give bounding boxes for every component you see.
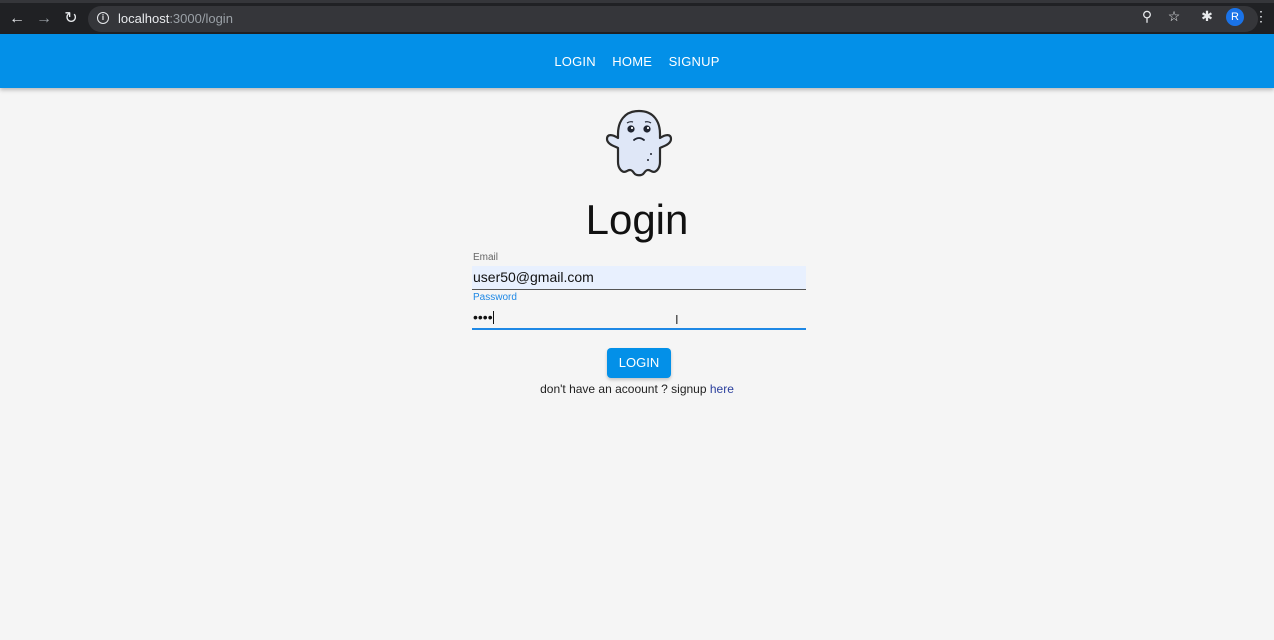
password-field[interactable]: •••• — [472, 306, 806, 330]
back-icon[interactable]: ← — [7, 9, 27, 29]
nav-signup[interactable]: SIGNUP — [669, 54, 720, 69]
reload-icon[interactable]: ↻ — [61, 9, 81, 29]
signup-link[interactable]: here — [710, 382, 734, 396]
ghost-logo — [605, 109, 673, 177]
login-button[interactable]: LOGIN — [607, 348, 671, 378]
forward-icon[interactable]: → — [34, 9, 54, 29]
ibeam-cursor-icon: I — [675, 312, 679, 327]
site-info-icon[interactable]: i — [97, 12, 109, 24]
email-field[interactable]: user50@gmail.com — [472, 266, 806, 290]
password-masked-value: •••• — [473, 309, 493, 325]
app-bar: LOGIN HOME SIGNUP — [0, 34, 1274, 88]
menu-icon[interactable]: ⋮ — [1251, 6, 1271, 26]
password-label: Password — [473, 292, 517, 303]
email-label: Email — [473, 252, 499, 263]
star-icon[interactable]: ☆ — [1164, 6, 1184, 26]
browser-toolbar: ← → ↻ i localhost:3000/login ⚲ ☆ ✱ R ⋮ — [0, 0, 1274, 34]
key-icon[interactable]: ⚲ — [1137, 6, 1157, 26]
address-bar[interactable]: i localhost:3000/login — [88, 6, 1258, 32]
url-text[interactable]: localhost:3000/login — [118, 11, 233, 26]
nav-home[interactable]: HOME — [612, 54, 652, 69]
profile-avatar[interactable]: R — [1226, 8, 1244, 26]
main-nav: LOGIN HOME SIGNUP — [0, 53, 1274, 71]
signup-text: don't have an acoount ? signup — [540, 382, 707, 396]
signup-prompt: don't have an acoount ? signup here — [0, 382, 1274, 396]
text-caret — [492, 311, 494, 324]
page-title: Login — [585, 196, 689, 243]
nav-login[interactable]: LOGIN — [554, 54, 595, 69]
extensions-icon[interactable]: ✱ — [1197, 6, 1217, 26]
